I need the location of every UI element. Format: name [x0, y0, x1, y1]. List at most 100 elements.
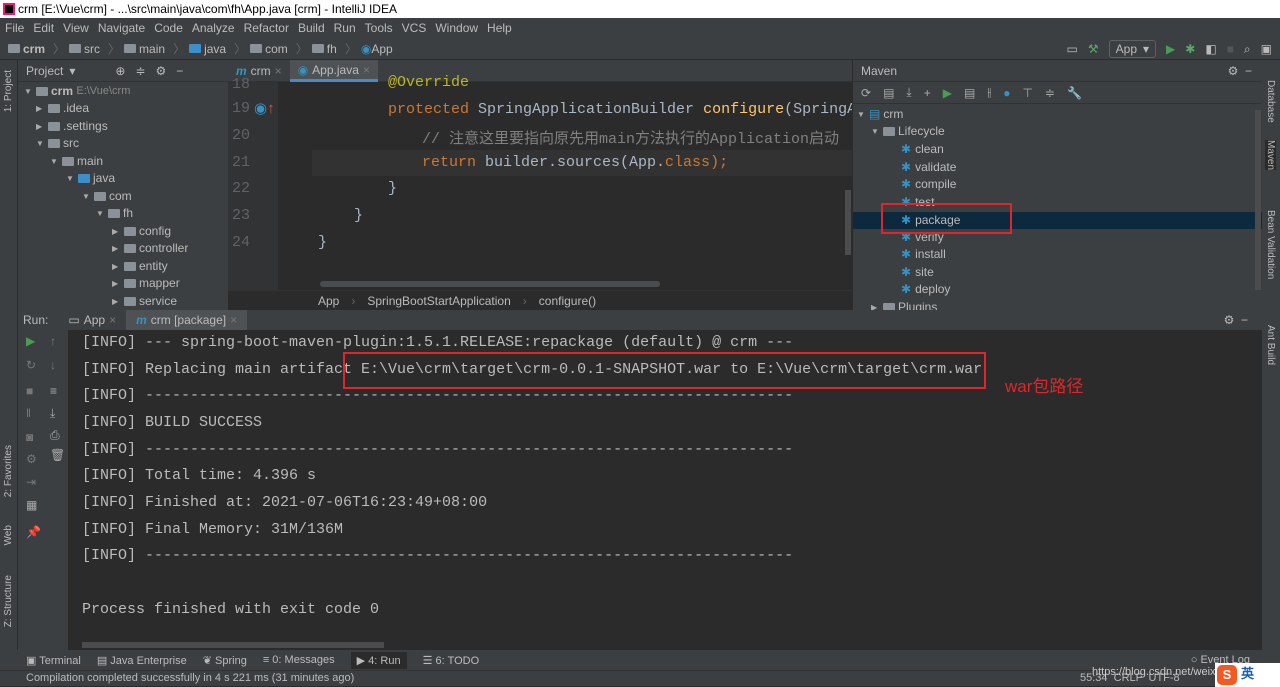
- scroll-to-end-icon[interactable]: ⤓: [50, 406, 55, 421]
- menu-file[interactable]: File: [5, 21, 24, 35]
- tree-item-crm[interactable]: ▼ crm E:\Vue\crm: [24, 83, 130, 100]
- nav-main[interactable]: main: [124, 42, 165, 56]
- stripe-web[interactable]: Web: [3, 525, 14, 545]
- settings-icon[interactable]: ⚙ −: [1228, 64, 1252, 78]
- menu-navigate[interactable]: Navigate: [98, 21, 145, 35]
- dump-threads-icon[interactable]: ◙: [26, 430, 33, 444]
- download-icon[interactable]: ⤓: [906, 85, 911, 100]
- show-dependencies-icon[interactable]: ⊤: [1022, 86, 1032, 100]
- run-goal-icon[interactable]: ▶: [943, 86, 952, 100]
- coverage-icon[interactable]: ◧: [1205, 42, 1216, 56]
- menu-build[interactable]: Build: [298, 21, 325, 35]
- pin-icon[interactable]: 📌: [26, 525, 41, 539]
- stop-icon[interactable]: ■: [26, 384, 33, 398]
- stripe-project[interactable]: 1: Project: [3, 70, 14, 112]
- add-icon[interactable]: +: [924, 86, 931, 100]
- maven-goal-compile[interactable]: ✱ compile: [901, 176, 956, 193]
- project-view-select[interactable]: Project: [26, 64, 63, 78]
- up-icon[interactable]: ↑: [50, 334, 56, 348]
- maven-plugins[interactable]: ▶ Plugins: [871, 299, 937, 310]
- settings-icon[interactable]: ⚙: [26, 452, 37, 466]
- menu-view[interactable]: View: [63, 21, 89, 35]
- stripe-maven[interactable]: Maven: [1265, 140, 1276, 171]
- nav-java[interactable]: java: [189, 42, 226, 56]
- nav-com[interactable]: com: [250, 42, 288, 56]
- skip-tests-icon[interactable]: ●: [1003, 86, 1010, 100]
- tree-item-idea[interactable]: ▶ .idea: [36, 100, 89, 117]
- menu-edit[interactable]: Edit: [33, 21, 54, 35]
- close-icon[interactable]: ×: [275, 64, 282, 78]
- close-icon[interactable]: ×: [363, 63, 370, 77]
- toolwindow-spring[interactable]: ❦ Spring: [203, 654, 247, 667]
- stripe-database[interactable]: Database: [1265, 80, 1276, 123]
- nav-fh[interactable]: fh: [311, 42, 337, 56]
- debug-icon[interactable]: ✱: [1185, 42, 1195, 56]
- settings-icon[interactable]: ⚙ −: [1224, 313, 1248, 327]
- breadcrumb-app[interactable]: App: [318, 294, 339, 308]
- maven-goal-site[interactable]: ✱ site: [901, 264, 934, 281]
- menu-analyze[interactable]: Analyze: [192, 21, 235, 35]
- print-icon[interactable]: ⎙: [50, 428, 60, 443]
- editor-horizontal-scrollbar[interactable]: [320, 281, 660, 287]
- soft-wrap-icon[interactable]: ≡: [50, 384, 57, 398]
- panel-actions-icons[interactable]: ⊕≑⚙−: [115, 64, 193, 78]
- maven-lifecycle[interactable]: ▼ Lifecycle: [871, 123, 945, 140]
- maven-goal-deploy[interactable]: ✱ deploy: [901, 281, 950, 298]
- collapse-all-icon[interactable]: ≑: [1045, 86, 1055, 100]
- tree-item-entity[interactable]: ▶ entity: [112, 258, 168, 275]
- pause-icon[interactable]: ‖: [26, 406, 31, 420]
- tree-item-settings[interactable]: ▶ .settings: [36, 118, 108, 135]
- generate-sources-icon[interactable]: ▤: [883, 86, 894, 100]
- close-icon[interactable]: ×: [109, 313, 116, 327]
- tree-item-controller[interactable]: ▶ controller: [112, 240, 188, 257]
- override-method-icon[interactable]: ◉↑: [254, 99, 275, 117]
- rerun-icon[interactable]: ▶: [26, 334, 35, 348]
- toggle-offline-icon[interactable]: ⫲: [987, 85, 991, 100]
- maven-project-crm[interactable]: ▼ ▤ crm: [857, 106, 903, 123]
- maven-goal-install[interactable]: ✱ install: [901, 246, 946, 263]
- tree-item-java[interactable]: ▼ java: [66, 170, 115, 187]
- nav-crm[interactable]: crm: [8, 42, 45, 56]
- menu-tools[interactable]: Tools: [365, 21, 393, 35]
- console-horizontal-scrollbar[interactable]: [82, 642, 384, 648]
- stop-icon[interactable]: ■: [1227, 42, 1234, 56]
- maven-goal-validate[interactable]: ✱ validate: [901, 159, 956, 176]
- breadcrumb-class[interactable]: SpringBootStartApplication: [367, 294, 510, 308]
- project-icon[interactable]: ▣: [1261, 42, 1272, 56]
- run-tab-crm-package[interactable]: m crm [package] ×: [126, 310, 248, 330]
- menu-code[interactable]: Code: [154, 21, 183, 35]
- project-structure-icon[interactable]: ▭: [1067, 42, 1078, 56]
- execute-goal-icon[interactable]: ▤: [964, 86, 975, 100]
- tab-app-java[interactable]: ◉ App.java ×: [289, 60, 378, 82]
- exit-icon[interactable]: ⇥: [26, 475, 36, 489]
- rerun-failed-icon[interactable]: ↻: [26, 358, 36, 372]
- tree-item-main[interactable]: ▼ main: [50, 153, 103, 170]
- ime-indicator[interactable]: S英: [1215, 663, 1280, 687]
- layout-icon[interactable]: ▦: [26, 498, 37, 512]
- menu-window[interactable]: Window: [435, 21, 478, 35]
- menu-vcs[interactable]: VCS: [402, 21, 427, 35]
- stripe-structure[interactable]: Z: Structure: [3, 575, 14, 627]
- tree-item-config[interactable]: ▶ config: [112, 223, 171, 240]
- menu-run[interactable]: Run: [334, 21, 356, 35]
- wrench-icon[interactable]: 🔧: [1067, 86, 1082, 100]
- tree-item-fh[interactable]: ▼ fh: [96, 205, 133, 222]
- nav-src[interactable]: src: [69, 42, 100, 56]
- search-icon[interactable]: ⌕: [1244, 42, 1251, 57]
- run-icon[interactable]: ▶: [1166, 42, 1175, 56]
- maven-scrollbar[interactable]: [1255, 110, 1261, 290]
- close-icon[interactable]: ×: [230, 313, 237, 327]
- tree-item-com[interactable]: ▼ com: [82, 188, 132, 205]
- toolwindow-java-enterprise[interactable]: ▤ Java Enterprise: [97, 654, 187, 667]
- tree-item-mapper[interactable]: ▶ mapper: [112, 275, 180, 292]
- editor-vertical-scrollbar[interactable]: [845, 190, 851, 255]
- build-hammer-icon[interactable]: ⚒: [1088, 42, 1099, 56]
- stripe-ant-build[interactable]: Ant Build: [1265, 325, 1276, 365]
- menu-help[interactable]: Help: [487, 21, 512, 35]
- reload-icon[interactable]: ⟳: [861, 86, 871, 100]
- tree-item-service[interactable]: ▶ service: [112, 293, 177, 310]
- toolwindow-run[interactable]: ▶ 4: Run: [350, 651, 407, 669]
- stripe-bean-validation[interactable]: Bean Validation: [1265, 210, 1276, 279]
- breadcrumb-method[interactable]: configure(): [539, 294, 596, 308]
- run-config-select[interactable]: App ▾: [1108, 40, 1157, 58]
